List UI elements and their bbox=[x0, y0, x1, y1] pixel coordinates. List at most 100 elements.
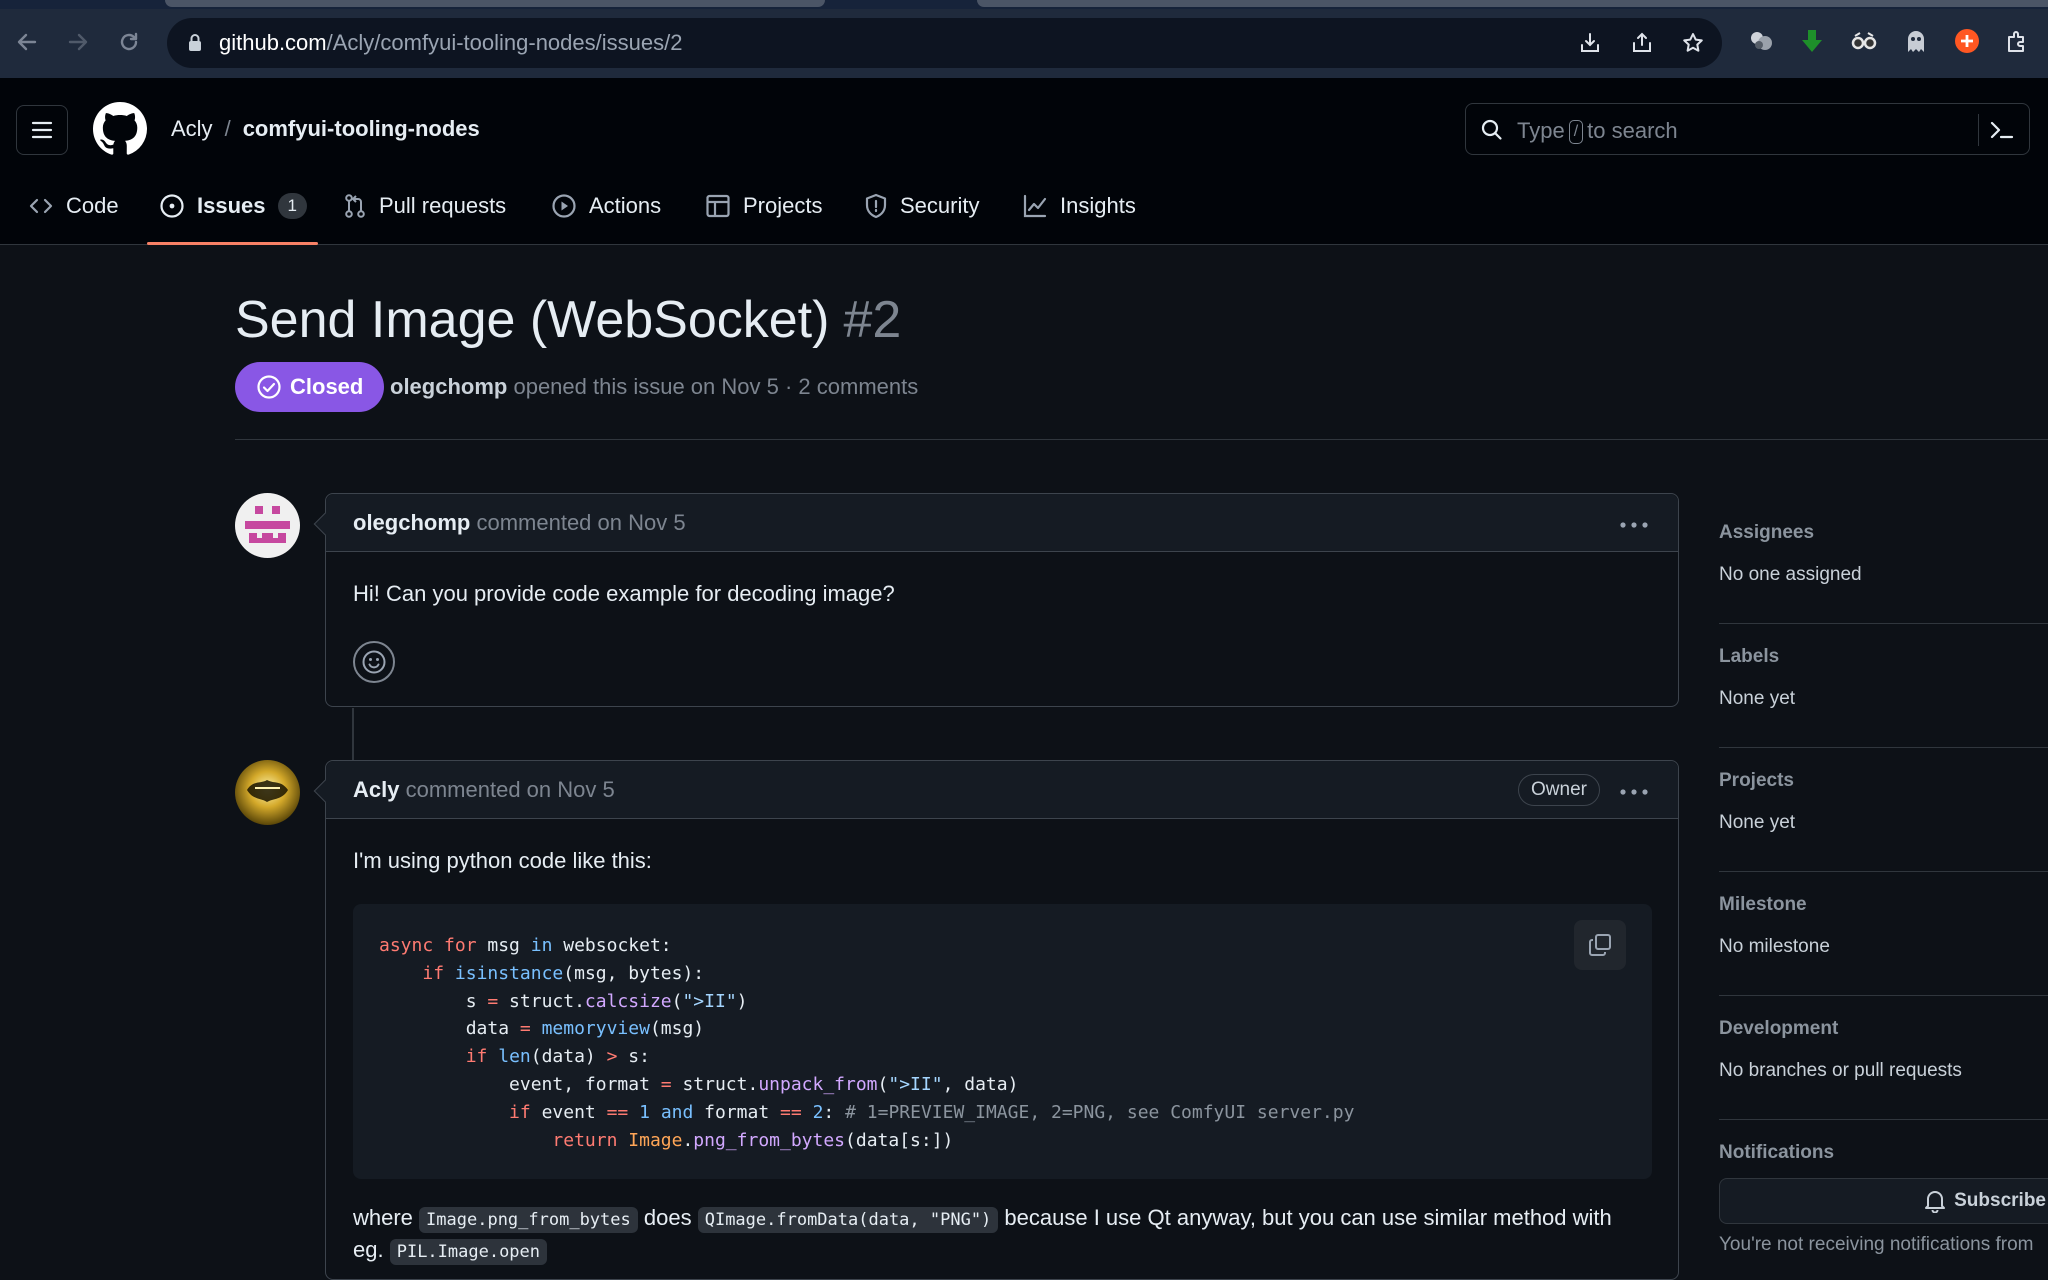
tab-issues[interactable]: Issues 1 bbox=[159, 168, 307, 244]
tab-label: Security bbox=[900, 193, 980, 218]
sidebar-value: No one assigned bbox=[1719, 564, 1862, 585]
sidebar-assignees[interactable]: Assignees No one assigned bbox=[1719, 500, 2048, 624]
inline-code: QImage.fromData(data, "PNG") bbox=[697, 1207, 999, 1233]
search-shortcut-key: / bbox=[1568, 120, 1584, 144]
comment-text: Hi! Can you provide code example for dec… bbox=[353, 581, 895, 606]
tab-insights[interactable]: Insights bbox=[1022, 168, 1136, 244]
search-divider bbox=[1978, 114, 1979, 146]
tab-label: Pull requests bbox=[379, 193, 507, 218]
avatar[interactable] bbox=[235, 760, 300, 825]
breadcrumb-owner-link[interactable]: Acly bbox=[171, 116, 213, 141]
kebab-menu-icon[interactable] bbox=[1620, 789, 1648, 795]
sidebar-labels[interactable]: Labels None yet bbox=[1719, 624, 2048, 748]
extension-dots-icon[interactable] bbox=[1747, 27, 1775, 55]
sidebar-heading[interactable]: Milestone bbox=[1719, 894, 1807, 916]
tab-label: Issues bbox=[197, 193, 266, 218]
subscribe-button[interactable]: Subscribe bbox=[1719, 1178, 2048, 1224]
sidebar-heading[interactable]: Assignees bbox=[1719, 522, 1814, 544]
plus-circle-icon[interactable] bbox=[1953, 27, 1981, 55]
kebab-menu-icon[interactable] bbox=[1620, 522, 1648, 528]
sidebar-heading[interactable]: Projects bbox=[1719, 770, 1794, 792]
code-icon bbox=[28, 194, 54, 218]
comment-timestamp[interactable]: commented on Nov 5 bbox=[476, 510, 685, 535]
comment-card: Acly commented on Nov 5 Owner I'm using … bbox=[313, 760, 1679, 1280]
timeline-connector bbox=[352, 708, 354, 760]
github-logo-icon[interactable] bbox=[93, 102, 147, 156]
breadcrumb-separator: / bbox=[224, 116, 231, 141]
reload-icon[interactable] bbox=[113, 26, 145, 58]
browser-tab[interactable] bbox=[165, 0, 825, 7]
code-block: async for msg in websocket: if isinstanc… bbox=[353, 904, 1652, 1179]
comment-header: olegchomp commented on Nov 5 bbox=[326, 494, 1678, 552]
breadcrumb: Acly / comfyui-tooling-nodes bbox=[171, 116, 480, 142]
add-reaction-button[interactable] bbox=[353, 641, 395, 683]
graph-icon bbox=[1022, 193, 1048, 219]
issue-state-badge: Closed bbox=[235, 362, 385, 412]
avatar[interactable] bbox=[235, 493, 300, 558]
comment-text: eg. PIL.Image.open bbox=[353, 1237, 548, 1265]
hamburger-menu-button[interactable] bbox=[16, 105, 68, 155]
issue-meta: olegchomp opened this issue on Nov 5 · 2… bbox=[390, 374, 918, 400]
sidebar-value: No milestone bbox=[1719, 936, 1830, 957]
issue-meta-text: opened this issue on Nov 5 · 2 comments bbox=[513, 374, 919, 399]
comment-byline: olegchomp commented on Nov 5 bbox=[353, 510, 686, 536]
sidebar-notifications: Notifications Subscribe You're not recei… bbox=[1719, 1120, 2048, 1255]
tab-actions[interactable]: Actions bbox=[551, 168, 661, 244]
smiley-icon bbox=[362, 650, 386, 674]
forward-icon[interactable] bbox=[62, 26, 94, 58]
check-circle-icon bbox=[256, 374, 282, 400]
tab-label: Actions bbox=[589, 193, 662, 218]
active-tab-underline bbox=[147, 242, 318, 245]
tab-security[interactable]: Security bbox=[864, 168, 979, 244]
inline-code: Image.png_from_bytes bbox=[419, 1207, 638, 1233]
url-text: github.com/Acly/comfyui-tooling-nodes/is… bbox=[219, 30, 683, 55]
table-icon bbox=[705, 193, 731, 219]
subscribe-label: Subscribe bbox=[1954, 1190, 2046, 1211]
comment-byline: Acly commented on Nov 5 bbox=[353, 777, 615, 803]
sidebar-development[interactable]: Development No branches or pull requests bbox=[1719, 996, 2048, 1120]
copy-button[interactable] bbox=[1574, 920, 1626, 970]
address-bar[interactable]: github.com/Acly/comfyui-tooling-nodes/is… bbox=[167, 18, 1722, 68]
bell-icon bbox=[1924, 1189, 1946, 1213]
sidebar-value: No branches or pull requests bbox=[1719, 1060, 1962, 1081]
tab-strip bbox=[0, 0, 2048, 9]
back-icon[interactable] bbox=[11, 26, 43, 58]
sidebar-heading[interactable]: Labels bbox=[1719, 646, 1779, 668]
install-icon[interactable] bbox=[1577, 30, 1603, 56]
search-input[interactable]: Type / to search bbox=[1465, 103, 2030, 155]
repo-nav: Code Issues 1 Pull requests Actions Proj… bbox=[0, 168, 2048, 244]
glasses-icon[interactable] bbox=[1850, 27, 1878, 55]
issue-state-label: Closed bbox=[290, 374, 364, 399]
extensions-puzzle-icon[interactable] bbox=[2004, 27, 2032, 55]
browser-tab[interactable] bbox=[977, 0, 2048, 7]
play-icon bbox=[551, 193, 577, 219]
tab-projects[interactable]: Projects bbox=[705, 168, 822, 244]
sidebar-heading: Notifications bbox=[1719, 1142, 1835, 1163]
ghost-icon[interactable] bbox=[1902, 27, 1930, 55]
tab-pull-requests[interactable]: Pull requests bbox=[343, 168, 506, 244]
tab-label: Insights bbox=[1060, 193, 1136, 218]
sidebar-milestone[interactable]: Milestone No milestone bbox=[1719, 872, 2048, 996]
comment-body: Hi! Can you provide code example for dec… bbox=[326, 552, 1678, 707]
search-placeholder: Type / to search bbox=[1517, 118, 1678, 144]
search-icon bbox=[1480, 118, 1504, 142]
bookmark-star-icon[interactable] bbox=[1680, 30, 1706, 56]
tab-code[interactable]: Code bbox=[28, 168, 119, 244]
comment-author-link[interactable]: olegchomp bbox=[353, 510, 470, 535]
tab-label: Projects bbox=[743, 193, 823, 218]
share-icon[interactable] bbox=[1629, 30, 1655, 56]
comment-author-link[interactable]: Acly bbox=[353, 777, 399, 802]
breadcrumb-repo-link[interactable]: comfyui-tooling-nodes bbox=[243, 116, 480, 141]
download-arrow-icon[interactable] bbox=[1798, 27, 1826, 55]
inline-code: PIL.Image.open bbox=[389, 1239, 548, 1265]
browser-chrome: github.com/Acly/comfyui-tooling-nodes/is… bbox=[0, 0, 2048, 78]
lock-icon[interactable] bbox=[187, 33, 203, 53]
issue-author-link[interactable]: olegchomp bbox=[390, 374, 507, 399]
sidebar-projects[interactable]: Projects None yet bbox=[1719, 748, 2048, 872]
command-palette-icon[interactable] bbox=[1989, 118, 2015, 142]
comment-card: olegchomp commented on Nov 5 Hi! Can you… bbox=[313, 493, 1679, 707]
comment-timestamp[interactable]: commented on Nov 5 bbox=[406, 777, 615, 802]
issue-title: Send Image (WebSocket) #2 bbox=[235, 290, 901, 350]
sidebar-heading[interactable]: Development bbox=[1719, 1018, 1838, 1040]
sidebar-value: None yet bbox=[1719, 688, 1796, 709]
